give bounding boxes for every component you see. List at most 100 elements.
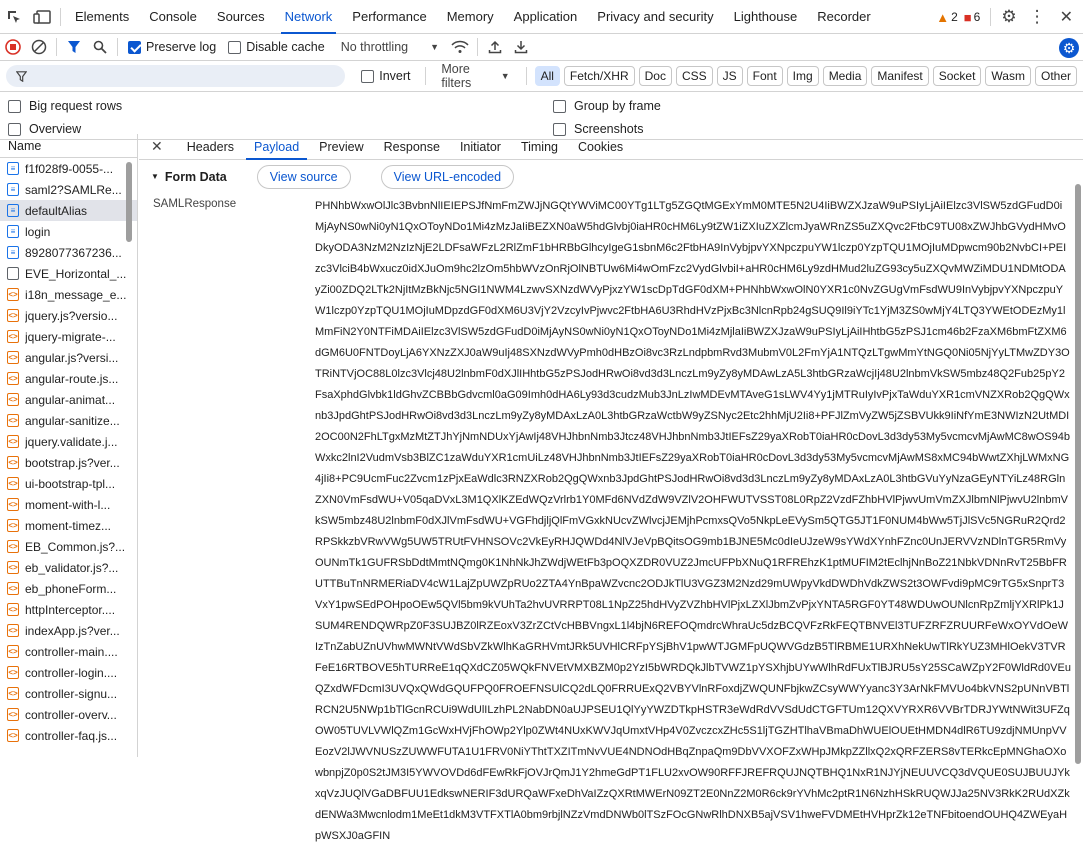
- tab-memory[interactable]: Memory: [437, 0, 504, 34]
- tab-elements[interactable]: Elements: [65, 0, 139, 34]
- detail-tab-cookies[interactable]: Cookies: [568, 134, 633, 160]
- request-row[interactable]: <>controller-faq.js...: [0, 725, 137, 746]
- request-row[interactable]: ≡saml2?SAMLRe...: [0, 179, 137, 200]
- request-row[interactable]: <>httpInterceptor....: [0, 599, 137, 620]
- clear-icon[interactable]: [26, 34, 52, 61]
- tab-console[interactable]: Console: [139, 0, 207, 34]
- detail-tab-headers[interactable]: Headers: [177, 134, 244, 160]
- request-row[interactable]: <>angular-animat...: [0, 389, 137, 410]
- warnings-count[interactable]: 2: [951, 10, 958, 24]
- filter-chip-wasm[interactable]: Wasm: [985, 66, 1031, 86]
- big-request-rows-checkbox[interactable]: Big request rows: [8, 99, 122, 113]
- request-row[interactable]: <>moment-with-l...: [0, 494, 137, 515]
- filter-chip-font[interactable]: Font: [747, 66, 783, 86]
- preserve-log-check[interactable]: [128, 41, 141, 54]
- close-devtools-icon[interactable]: ✕: [1060, 7, 1073, 27]
- error-icon[interactable]: ■: [964, 10, 972, 25]
- search-icon[interactable]: [87, 34, 113, 61]
- form-data-title[interactable]: Form Data: [165, 170, 227, 184]
- tab-lighthouse[interactable]: Lighthouse: [724, 0, 808, 34]
- request-row[interactable]: <>jquery-migrate-...: [0, 326, 137, 347]
- more-filters-dropdown[interactable]: More filters ▼: [433, 62, 517, 90]
- filter-input[interactable]: [6, 65, 345, 87]
- filter-chip-js[interactable]: JS: [717, 66, 743, 86]
- network-settings-gear-icon[interactable]: ⚙: [1059, 38, 1079, 58]
- inspect-element-icon[interactable]: [0, 0, 28, 34]
- warning-icon[interactable]: ▲: [936, 10, 949, 25]
- request-row[interactable]: <>angular-sanitize...: [0, 410, 137, 431]
- triangle-down-icon[interactable]: ▼: [151, 172, 159, 181]
- more-options-icon[interactable]: ⋮: [1029, 7, 1046, 27]
- big-request-rows-check[interactable]: [8, 100, 21, 113]
- view-source-button[interactable]: View source: [257, 165, 351, 189]
- filter-chip-img[interactable]: Img: [787, 66, 819, 86]
- filter-chip-doc[interactable]: Doc: [639, 66, 672, 86]
- request-row[interactable]: <>eb_phoneForm...: [0, 578, 137, 599]
- network-conditions-wifi-icon[interactable]: [447, 34, 473, 61]
- name-column-header[interactable]: Name: [0, 134, 137, 158]
- tab-recorder[interactable]: Recorder: [807, 0, 880, 34]
- detail-tab-timing[interactable]: Timing: [511, 134, 568, 160]
- filter-funnel-icon[interactable]: [61, 34, 87, 61]
- throttling-select[interactable]: No throttling ▼: [333, 40, 447, 54]
- close-detail-icon[interactable]: ✕: [151, 138, 163, 155]
- request-row[interactable]: <>angular.js?versi...: [0, 347, 137, 368]
- disable-cache-checkbox[interactable]: Disable cache: [228, 40, 325, 54]
- request-row[interactable]: <>controller-overv...: [0, 704, 137, 725]
- detail-scrollbar[interactable]: [1073, 184, 1083, 757]
- request-row[interactable]: <>indexApp.js?ver...: [0, 620, 137, 641]
- group-by-frame-checkbox[interactable]: Group by frame: [553, 99, 661, 113]
- tab-network[interactable]: Network: [275, 0, 343, 34]
- tab-application[interactable]: Application: [504, 0, 588, 34]
- tab-privacy-and-security[interactable]: Privacy and security: [587, 0, 723, 34]
- request-row[interactable]: <>controller-main....: [0, 641, 137, 662]
- request-row[interactable]: <>EB_Common.js?...: [0, 536, 137, 557]
- preserve-log-checkbox[interactable]: Preserve log: [128, 40, 216, 54]
- request-list-scrollbar[interactable]: [124, 162, 134, 757]
- request-row[interactable]: ≡defaultAlias: [0, 200, 137, 221]
- detail-tab-initiator[interactable]: Initiator: [450, 134, 511, 160]
- filter-chip-other[interactable]: Other: [1035, 66, 1077, 86]
- request-row[interactable]: <>angular-route.js...: [0, 368, 137, 389]
- request-row[interactable]: <>bootstrap.js?ver...: [0, 452, 137, 473]
- request-row[interactable]: ≡f1f028f9-0055-...: [0, 158, 137, 179]
- filter-chip-media[interactable]: Media: [823, 66, 868, 86]
- device-toolbar-icon[interactable]: [28, 0, 56, 34]
- detail-tab-response[interactable]: Response: [374, 134, 450, 160]
- invert-checkbox[interactable]: Invert: [361, 69, 410, 83]
- filter-chip-all[interactable]: All: [535, 66, 560, 86]
- request-row[interactable]: ≡login: [0, 221, 137, 242]
- script-file-icon: <>: [7, 540, 19, 553]
- request-name: f1f028f9-0055-...: [25, 162, 130, 176]
- detail-tab-preview[interactable]: Preview: [309, 134, 373, 160]
- filter-chip-css[interactable]: CSS: [676, 66, 713, 86]
- request-row[interactable]: <>jquery.validate.j...: [0, 431, 137, 452]
- settings-gear-icon[interactable]: ⚙: [1001, 7, 1016, 27]
- errors-count[interactable]: 6: [974, 10, 981, 24]
- filter-chip-fetchxhr[interactable]: Fetch/XHR: [564, 66, 635, 86]
- request-row[interactable]: <>moment-timez...: [0, 515, 137, 536]
- detail-tab-payload[interactable]: Payload: [244, 134, 309, 160]
- import-har-icon[interactable]: [482, 34, 508, 61]
- scrollbar-thumb[interactable]: [126, 162, 132, 242]
- request-row[interactable]: <>ui-bootstrap-tpl...: [0, 473, 137, 494]
- request-row[interactable]: <>i18n_message_e...: [0, 284, 137, 305]
- scrollbar-thumb[interactable]: [1075, 184, 1081, 764]
- request-row[interactable]: <>jquery.js?versio...: [0, 305, 137, 326]
- request-row[interactable]: <>controller-signu...: [0, 683, 137, 704]
- tab-performance[interactable]: Performance: [342, 0, 436, 34]
- divider: [526, 67, 527, 85]
- request-row[interactable]: ≡8928077367236...: [0, 242, 137, 263]
- view-url-encoded-button[interactable]: View URL-encoded: [381, 165, 514, 189]
- invert-check[interactable]: [361, 70, 374, 83]
- request-row[interactable]: EVE_Horizontal_...: [0, 263, 137, 284]
- group-by-frame-check[interactable]: [553, 100, 566, 113]
- filter-chip-socket[interactable]: Socket: [933, 66, 982, 86]
- request-row[interactable]: <>controller-login....: [0, 662, 137, 683]
- disable-cache-check[interactable]: [228, 41, 241, 54]
- request-row[interactable]: <>eb_validator.js?...: [0, 557, 137, 578]
- export-har-icon[interactable]: [508, 34, 534, 61]
- record-stop-icon[interactable]: [0, 34, 26, 61]
- filter-chip-manifest[interactable]: Manifest: [871, 66, 928, 86]
- tab-sources[interactable]: Sources: [207, 0, 275, 34]
